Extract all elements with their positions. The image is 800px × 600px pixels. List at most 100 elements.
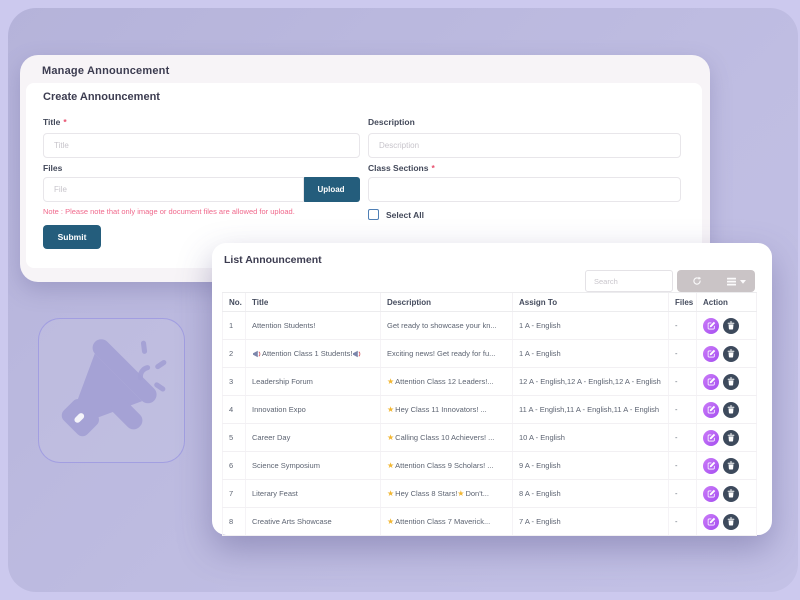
cell-description: ★ Attention Class 7 Maverick... xyxy=(381,508,513,535)
cell-description: ★ Attention Class 9 Scholars! ... xyxy=(381,452,513,479)
delete-button[interactable] xyxy=(723,346,739,362)
cell-action xyxy=(697,480,757,507)
chevron-down-icon xyxy=(740,279,746,284)
cell-description: Exciting news! Get ready for fu... xyxy=(381,340,513,367)
cell-title: Leadership Forum xyxy=(246,368,381,395)
form-heading: Create Announcement xyxy=(43,91,160,103)
edit-icon xyxy=(707,517,716,526)
delete-button[interactable] xyxy=(723,318,739,334)
cell-title: Career Day xyxy=(246,424,381,451)
cell-files: - xyxy=(669,508,697,535)
cell-no: 6 xyxy=(222,452,246,479)
edit-icon xyxy=(707,461,716,470)
delete-button[interactable] xyxy=(723,458,739,474)
table-body: 1 Attention Students! Get ready to showc… xyxy=(222,312,757,536)
submit-button[interactable]: Submit xyxy=(43,225,101,249)
files-label: Files xyxy=(43,163,62,173)
edit-icon xyxy=(707,377,716,386)
delete-button[interactable] xyxy=(723,374,739,390)
cell-assign-to: 11 A - English,11 A - English,11 A - Eng… xyxy=(513,396,669,423)
cell-files: - xyxy=(669,480,697,507)
cell-no: 4 xyxy=(222,396,246,423)
file-input[interactable] xyxy=(43,177,304,202)
table-header-row: No. Title Description Assign To Files Ac… xyxy=(222,292,757,312)
trash-icon xyxy=(727,517,735,526)
cell-title: Attention Class 1 Students! xyxy=(246,340,381,367)
cell-no: 1 xyxy=(222,312,246,339)
edit-icon xyxy=(707,349,716,358)
table-row: 5 Career Day ★ Calling Class 10 Achiever… xyxy=(222,424,757,452)
edit-icon xyxy=(707,433,716,442)
description-label: Description xyxy=(368,117,415,127)
edit-button[interactable] xyxy=(703,458,719,474)
delete-button[interactable] xyxy=(723,430,739,446)
cell-description: ★ Attention Class 12 Leaders!... xyxy=(381,368,513,395)
table-row: 2 Attention Class 1 Students! Exciting n… xyxy=(222,340,757,368)
cell-assign-to: 8 A - English xyxy=(513,480,669,507)
columns-dropdown-icon xyxy=(726,277,737,286)
select-all-control[interactable]: Select All xyxy=(368,209,424,220)
edit-button[interactable] xyxy=(703,430,719,446)
trash-icon xyxy=(727,321,735,330)
cell-action xyxy=(697,396,757,423)
cell-files: - xyxy=(669,424,697,451)
cell-no: 2 xyxy=(222,340,246,367)
header-assign-to: Assign To xyxy=(513,293,669,311)
cell-description: ★ Hey Class 8 Stars! ★ Don't... xyxy=(381,480,513,507)
cell-title: Innovation Expo xyxy=(246,396,381,423)
delete-button[interactable] xyxy=(723,514,739,530)
cell-no: 3 xyxy=(222,368,246,395)
cell-no: 7 xyxy=(222,480,246,507)
columns-button[interactable] xyxy=(716,270,755,292)
table-row: 4 Innovation Expo ★ Hey Class 11 Innovat… xyxy=(222,396,757,424)
description-input[interactable] xyxy=(368,133,681,158)
manage-card-title: Manage Announcement xyxy=(42,65,169,77)
edit-icon xyxy=(707,321,716,330)
edit-button[interactable] xyxy=(703,402,719,418)
cell-description: ★ Hey Class 11 Innovators! ... xyxy=(381,396,513,423)
upload-button[interactable]: Upload xyxy=(302,177,360,202)
refresh-button[interactable] xyxy=(677,270,716,292)
table-row: 1 Attention Students! Get ready to showc… xyxy=(222,312,757,340)
edit-button[interactable] xyxy=(703,486,719,502)
cell-assign-to: 1 A - English xyxy=(513,340,669,367)
delete-button[interactable] xyxy=(723,486,739,502)
edit-button[interactable] xyxy=(703,514,719,530)
required-asterisk: * xyxy=(63,117,66,127)
edit-icon xyxy=(707,405,716,414)
header-no: No. xyxy=(222,293,246,311)
cell-no: 5 xyxy=(222,424,246,451)
cell-title: Creative Arts Showcase xyxy=(246,508,381,535)
class-sections-input[interactable] xyxy=(368,177,681,202)
table-toolbar xyxy=(677,270,755,292)
edit-icon xyxy=(707,489,716,498)
cell-action xyxy=(697,424,757,451)
search-input[interactable] xyxy=(585,270,673,292)
cell-description: ★ Calling Class 10 Achievers! ... xyxy=(381,424,513,451)
trash-icon xyxy=(727,377,735,386)
upload-note: Note : Please note that only image or do… xyxy=(43,207,295,216)
announcement-illustration xyxy=(38,318,185,463)
cell-assign-to: 12 A - English,12 A - English,12 A - Eng… xyxy=(513,368,669,395)
edit-button[interactable] xyxy=(703,318,719,334)
cell-action xyxy=(697,508,757,535)
edit-button[interactable] xyxy=(703,374,719,390)
edit-button[interactable] xyxy=(703,346,719,362)
table-row: 7 Literary Feast ★ Hey Class 8 Stars! ★ … xyxy=(222,480,757,508)
delete-button[interactable] xyxy=(723,402,739,418)
cell-title: Attention Students! xyxy=(246,312,381,339)
select-all-label: Select All xyxy=(386,210,424,220)
cell-description: Get ready to showcase your kn... xyxy=(381,312,513,339)
cell-action xyxy=(697,312,757,339)
cell-assign-to: 9 A - English xyxy=(513,452,669,479)
header-files: Files xyxy=(669,293,697,311)
cell-files: - xyxy=(669,452,697,479)
required-asterisk: * xyxy=(431,163,434,173)
title-input[interactable] xyxy=(43,133,360,158)
select-all-checkbox[interactable] xyxy=(368,209,379,220)
cell-action xyxy=(697,452,757,479)
cell-assign-to: 10 A - English xyxy=(513,424,669,451)
megaphone-icon xyxy=(51,330,173,452)
cell-files: - xyxy=(669,312,697,339)
refresh-icon xyxy=(692,276,702,286)
